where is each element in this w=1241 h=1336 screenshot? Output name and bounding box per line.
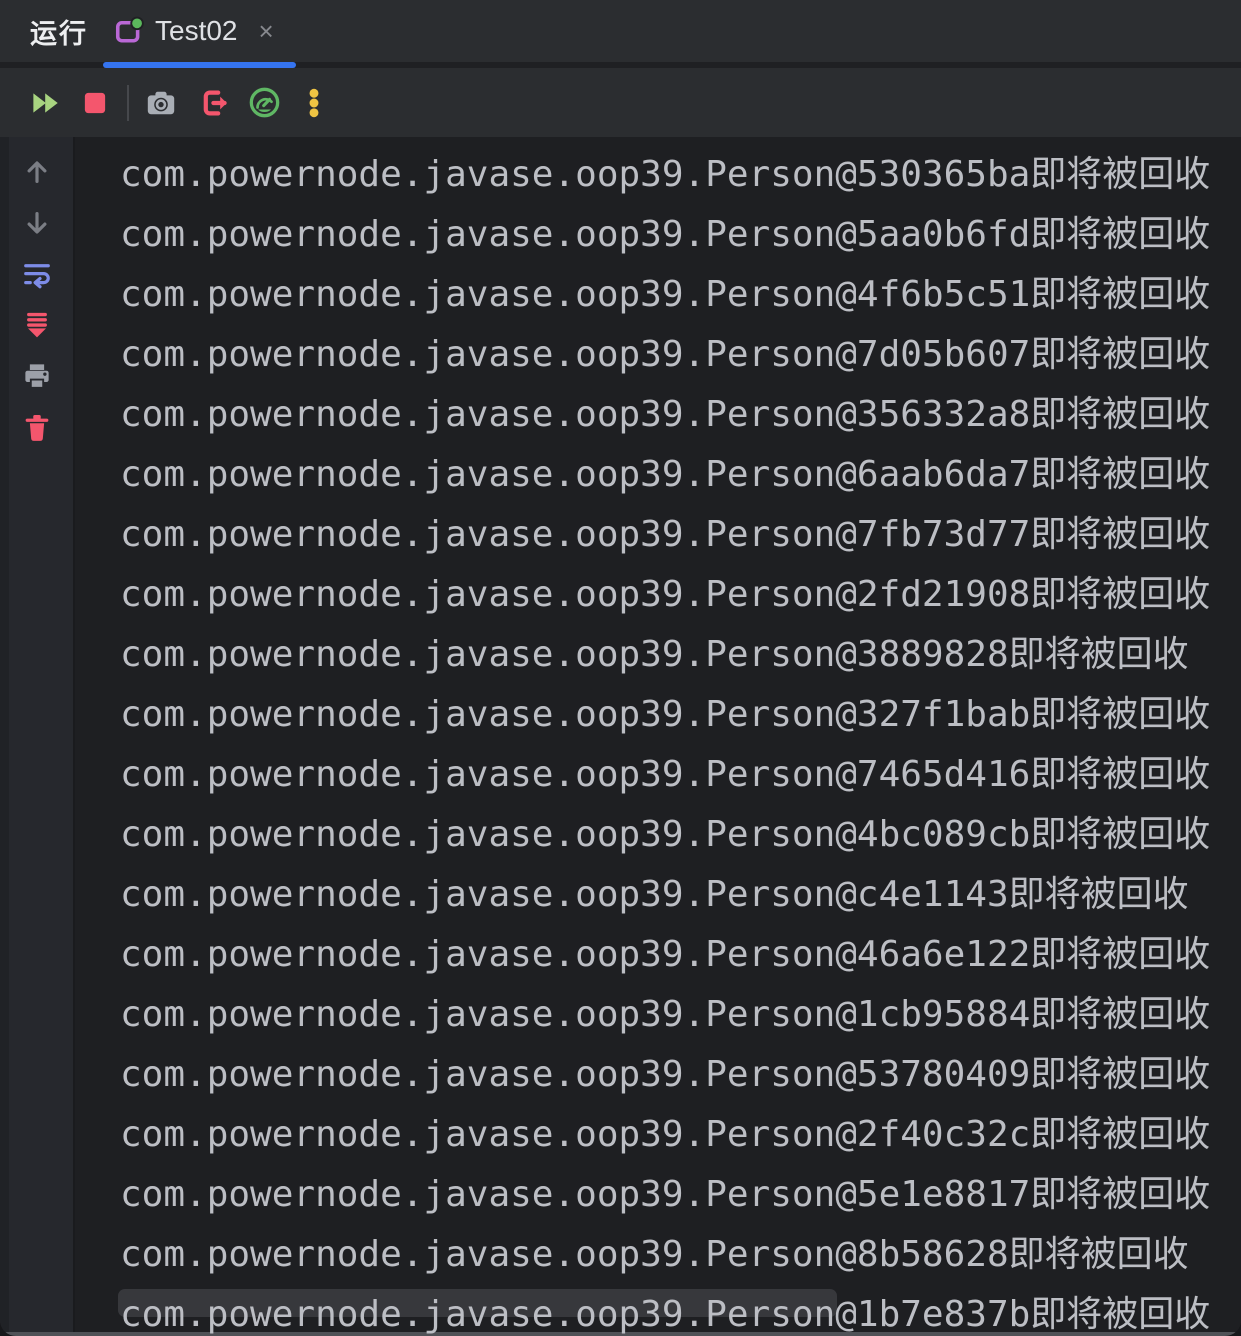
console-line: com.powernode.javase.oop39.Person@c4e114… xyxy=(120,874,1189,915)
console-line: com.powernode.javase.oop39.Person@1cb958… xyxy=(120,994,1211,1035)
export-icon xyxy=(197,87,229,119)
stop-icon xyxy=(80,88,110,118)
console-line: com.powernode.javase.oop39.Person@327f1b… xyxy=(120,694,1211,735)
more-options-kebab-icon xyxy=(297,86,331,120)
down-stack-button[interactable] xyxy=(22,208,52,238)
profiler-button[interactable] xyxy=(247,86,281,120)
console-line: com.powernode.javase.oop39.Person@7fb73d… xyxy=(120,514,1211,555)
tab-test02[interactable]: Test02 × xyxy=(114,15,274,47)
scroll-to-end-icon xyxy=(22,310,52,340)
toolbar-separator xyxy=(127,84,129,121)
export-button[interactable] xyxy=(196,86,230,120)
console-line: com.powernode.javase.oop39.Person@46a6e1… xyxy=(120,934,1211,975)
stop-button[interactable] xyxy=(78,86,112,120)
console-line: com.powernode.javase.oop39.Person@6aab6d… xyxy=(120,454,1211,495)
rerun-icon xyxy=(28,88,62,118)
console-output-area[interactable]: com.powernode.javase.oop39.Person@530365… xyxy=(75,137,1241,1336)
soft-wrap-button[interactable] xyxy=(22,259,52,289)
console-line: com.powernode.javase.oop39.Person@5e1e88… xyxy=(120,1174,1211,1215)
tool-window-title: 运行 xyxy=(30,18,88,49)
console-gutter-toolbar xyxy=(0,137,75,1336)
scroll-to-end-button[interactable] xyxy=(22,310,52,340)
clear-all-button[interactable] xyxy=(22,412,52,442)
console-line: com.powernode.javase.oop39.Person@2f40c3… xyxy=(120,1114,1211,1155)
tool-window-header: 运行 Test02 × xyxy=(0,0,1241,68)
console-panel: com.powernode.javase.oop39.Person@530365… xyxy=(0,137,1241,1336)
down-stack-arrow-icon xyxy=(22,208,52,238)
up-stack-arrow-icon xyxy=(22,157,52,187)
clear-all-trash-icon xyxy=(22,412,52,442)
console-line: com.powernode.javase.oop39.Person@388982… xyxy=(120,634,1189,675)
tab-label: Test02 xyxy=(155,15,238,46)
close-icon[interactable]: × xyxy=(259,18,274,44)
memory-snapshot-button[interactable] xyxy=(144,86,178,120)
print-button[interactable] xyxy=(22,361,52,391)
run-application-icon xyxy=(114,16,144,46)
active-tab-indicator xyxy=(103,62,296,68)
run-tool-window: 运行 Test02 × com.powernode.javase.oop39.P… xyxy=(0,0,1241,1336)
profiler-gauge-icon xyxy=(249,87,280,118)
console-line: com.powernode.javase.oop39.Person@7465d4… xyxy=(120,754,1211,795)
print-icon xyxy=(22,361,52,391)
more-options-button[interactable] xyxy=(297,86,331,120)
console-line: com.powernode.javase.oop39.Person@1b7e83… xyxy=(120,1294,1211,1335)
console-line: com.powernode.javase.oop39.Person@2fd219… xyxy=(120,574,1211,615)
run-toolbar xyxy=(0,68,1241,137)
up-stack-button[interactable] xyxy=(22,157,52,187)
console-line: com.powernode.javase.oop39.Person@356332… xyxy=(120,394,1211,435)
console-line: com.powernode.javase.oop39.Person@530365… xyxy=(120,154,1211,195)
soft-wrap-icon xyxy=(22,259,52,289)
console-output: com.powernode.javase.oop39.Person@530365… xyxy=(75,137,1241,1336)
console-line: com.powernode.javase.oop39.Person@7d05b6… xyxy=(120,334,1211,375)
rerun-button[interactable] xyxy=(28,86,62,120)
console-line: com.powernode.javase.oop39.Person@4bc089… xyxy=(120,814,1211,855)
console-line: com.powernode.javase.oop39.Person@5aa0b6… xyxy=(120,214,1211,255)
console-line: com.powernode.javase.oop39.Person@8b5862… xyxy=(120,1234,1189,1275)
memory-snapshot-camera-icon xyxy=(145,87,177,119)
console-line: com.powernode.javase.oop39.Person@4f6b5c… xyxy=(120,274,1211,315)
console-line: com.powernode.javase.oop39.Person@537804… xyxy=(120,1054,1211,1095)
